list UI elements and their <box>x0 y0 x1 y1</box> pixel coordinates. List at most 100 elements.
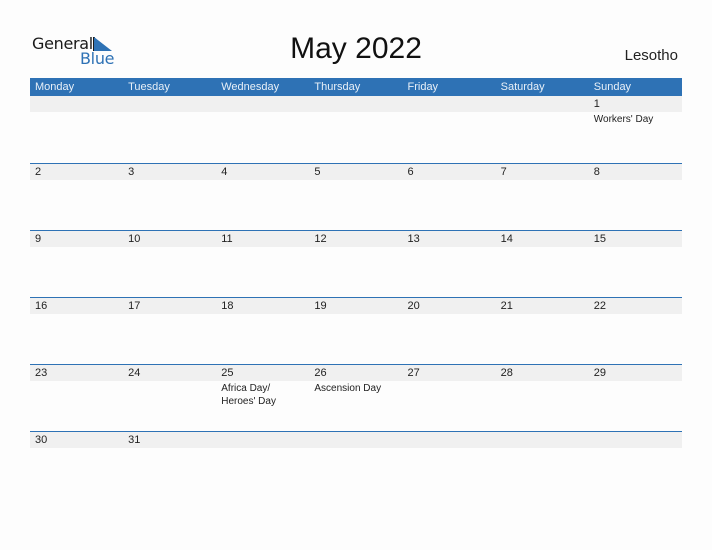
day-cell: 3 <box>123 164 216 180</box>
day-number: 27 <box>407 367 420 379</box>
day-cell <box>589 432 682 448</box>
holiday-label: Africa Day/ Heroes' Day <box>221 383 276 407</box>
day-number: 29 <box>593 367 606 379</box>
day-number: 8 <box>593 166 600 178</box>
day-number <box>128 96 216 112</box>
day-cell <box>309 96 402 126</box>
weekday-thursday: Thursday <box>314 81 361 93</box>
day-cell: 27 <box>403 365 496 408</box>
day-cell: 28 <box>496 365 589 408</box>
holiday-label: Workers' Day <box>593 114 654 125</box>
week-row: 23 24 25 Africa Day/ Heroes' Day 26 Ascension… <box>30 364 682 431</box>
day-number: 15 <box>593 233 606 245</box>
day-cell: 14 <box>496 231 589 247</box>
day-cell <box>496 96 589 126</box>
day-cell: 8 <box>589 164 682 180</box>
week-row: 1 Workers' Day <box>30 96 682 163</box>
day-cell: 2 <box>30 164 123 180</box>
day-cell: 12 <box>309 231 402 247</box>
day-number: 18 <box>221 300 234 312</box>
day-number: 11 <box>221 233 233 245</box>
day-number: 7 <box>500 166 507 178</box>
day-cell: 10 <box>123 231 216 247</box>
day-cell: 1 Workers' Day <box>589 96 682 126</box>
day-number: 17 <box>128 300 141 312</box>
day-cell: 5 <box>309 164 402 180</box>
week-cells: 1 Workers' Day <box>30 96 682 126</box>
day-cell: 9 <box>30 231 123 247</box>
day-number: 31 <box>128 434 141 446</box>
week-cells: 9 10 11 12 13 14 15 <box>30 231 682 247</box>
day-cell: 13 <box>403 231 496 247</box>
day-cell: 7 <box>496 164 589 180</box>
day-number: 13 <box>407 233 420 245</box>
calendar-title: May 2022 <box>290 32 422 65</box>
day-number <box>35 96 123 112</box>
day-cell: 15 <box>589 231 682 247</box>
holiday-label: Ascension Day <box>314 383 382 394</box>
day-cell: 4 <box>216 164 309 180</box>
day-cell <box>30 96 123 126</box>
day-cell <box>403 432 496 448</box>
weekday-tuesday: Tuesday <box>128 81 170 93</box>
day-number: 10 <box>128 233 141 245</box>
day-number <box>408 432 496 448</box>
day-number: 22 <box>593 300 606 312</box>
weekday-monday: Monday <box>35 81 75 93</box>
day-number: 16 <box>35 300 48 312</box>
day-number: 12 <box>314 233 327 245</box>
week-row: 30 31 <box>30 431 682 498</box>
weekday-sunday: Sunday <box>593 81 632 93</box>
day-number <box>221 96 309 112</box>
week-row: 16 17 18 19 20 21 22 <box>30 297 682 364</box>
day-number: 9 <box>35 233 42 245</box>
weekday-friday: Friday <box>407 81 439 93</box>
day-number <box>594 432 682 448</box>
week-cells: 16 17 18 19 20 21 22 <box>30 298 682 314</box>
day-number: 26 <box>314 367 327 379</box>
day-number: 1 <box>593 98 600 110</box>
calendar-grid: Monday Tuesday Wednesday Thursday Friday… <box>30 78 682 498</box>
day-cell: 11 <box>216 231 309 247</box>
day-number: 2 <box>35 166 42 178</box>
day-number: 23 <box>35 367 48 379</box>
week-cells: 30 31 <box>30 432 682 448</box>
day-number: 21 <box>500 300 513 312</box>
day-cell: 21 <box>496 298 589 314</box>
day-cell <box>123 96 216 126</box>
day-number: 6 <box>407 166 414 178</box>
day-cell: 16 <box>30 298 123 314</box>
day-cell: 17 <box>123 298 216 314</box>
day-cell <box>496 432 589 448</box>
day-cell: 18 <box>216 298 309 314</box>
day-cell: 31 <box>123 432 216 448</box>
day-number: 19 <box>314 300 327 312</box>
day-number: 4 <box>221 166 228 178</box>
weekday-saturday: Saturday <box>500 81 545 93</box>
day-number <box>501 432 589 448</box>
day-cell <box>309 432 402 448</box>
day-cell <box>403 96 496 126</box>
day-number: 24 <box>128 367 141 379</box>
week-row: 9 10 11 12 13 14 15 <box>30 230 682 297</box>
day-cell: 22 <box>589 298 682 314</box>
day-number <box>408 96 496 112</box>
day-number: 28 <box>500 367 513 379</box>
day-cell <box>216 96 309 126</box>
day-number: 5 <box>314 166 321 178</box>
day-cell: 19 <box>309 298 402 314</box>
day-cell: 23 <box>30 365 123 408</box>
day-number <box>221 432 309 448</box>
day-cell: 24 <box>123 365 216 408</box>
day-number <box>501 96 589 112</box>
day-number: 14 <box>500 233 513 245</box>
day-number: 30 <box>35 434 48 446</box>
day-number: 25 <box>221 367 234 379</box>
day-cell: 6 <box>403 164 496 180</box>
week-cells: 23 24 25 Africa Day/ Heroes' Day 26 Ascension… <box>30 365 682 408</box>
week-cells: 2 3 4 5 6 7 8 <box>30 164 682 180</box>
day-number: 20 <box>407 300 420 312</box>
week-row: 2 3 4 5 6 7 8 <box>30 163 682 230</box>
day-cell: 29 <box>589 365 682 408</box>
day-number <box>314 432 402 448</box>
